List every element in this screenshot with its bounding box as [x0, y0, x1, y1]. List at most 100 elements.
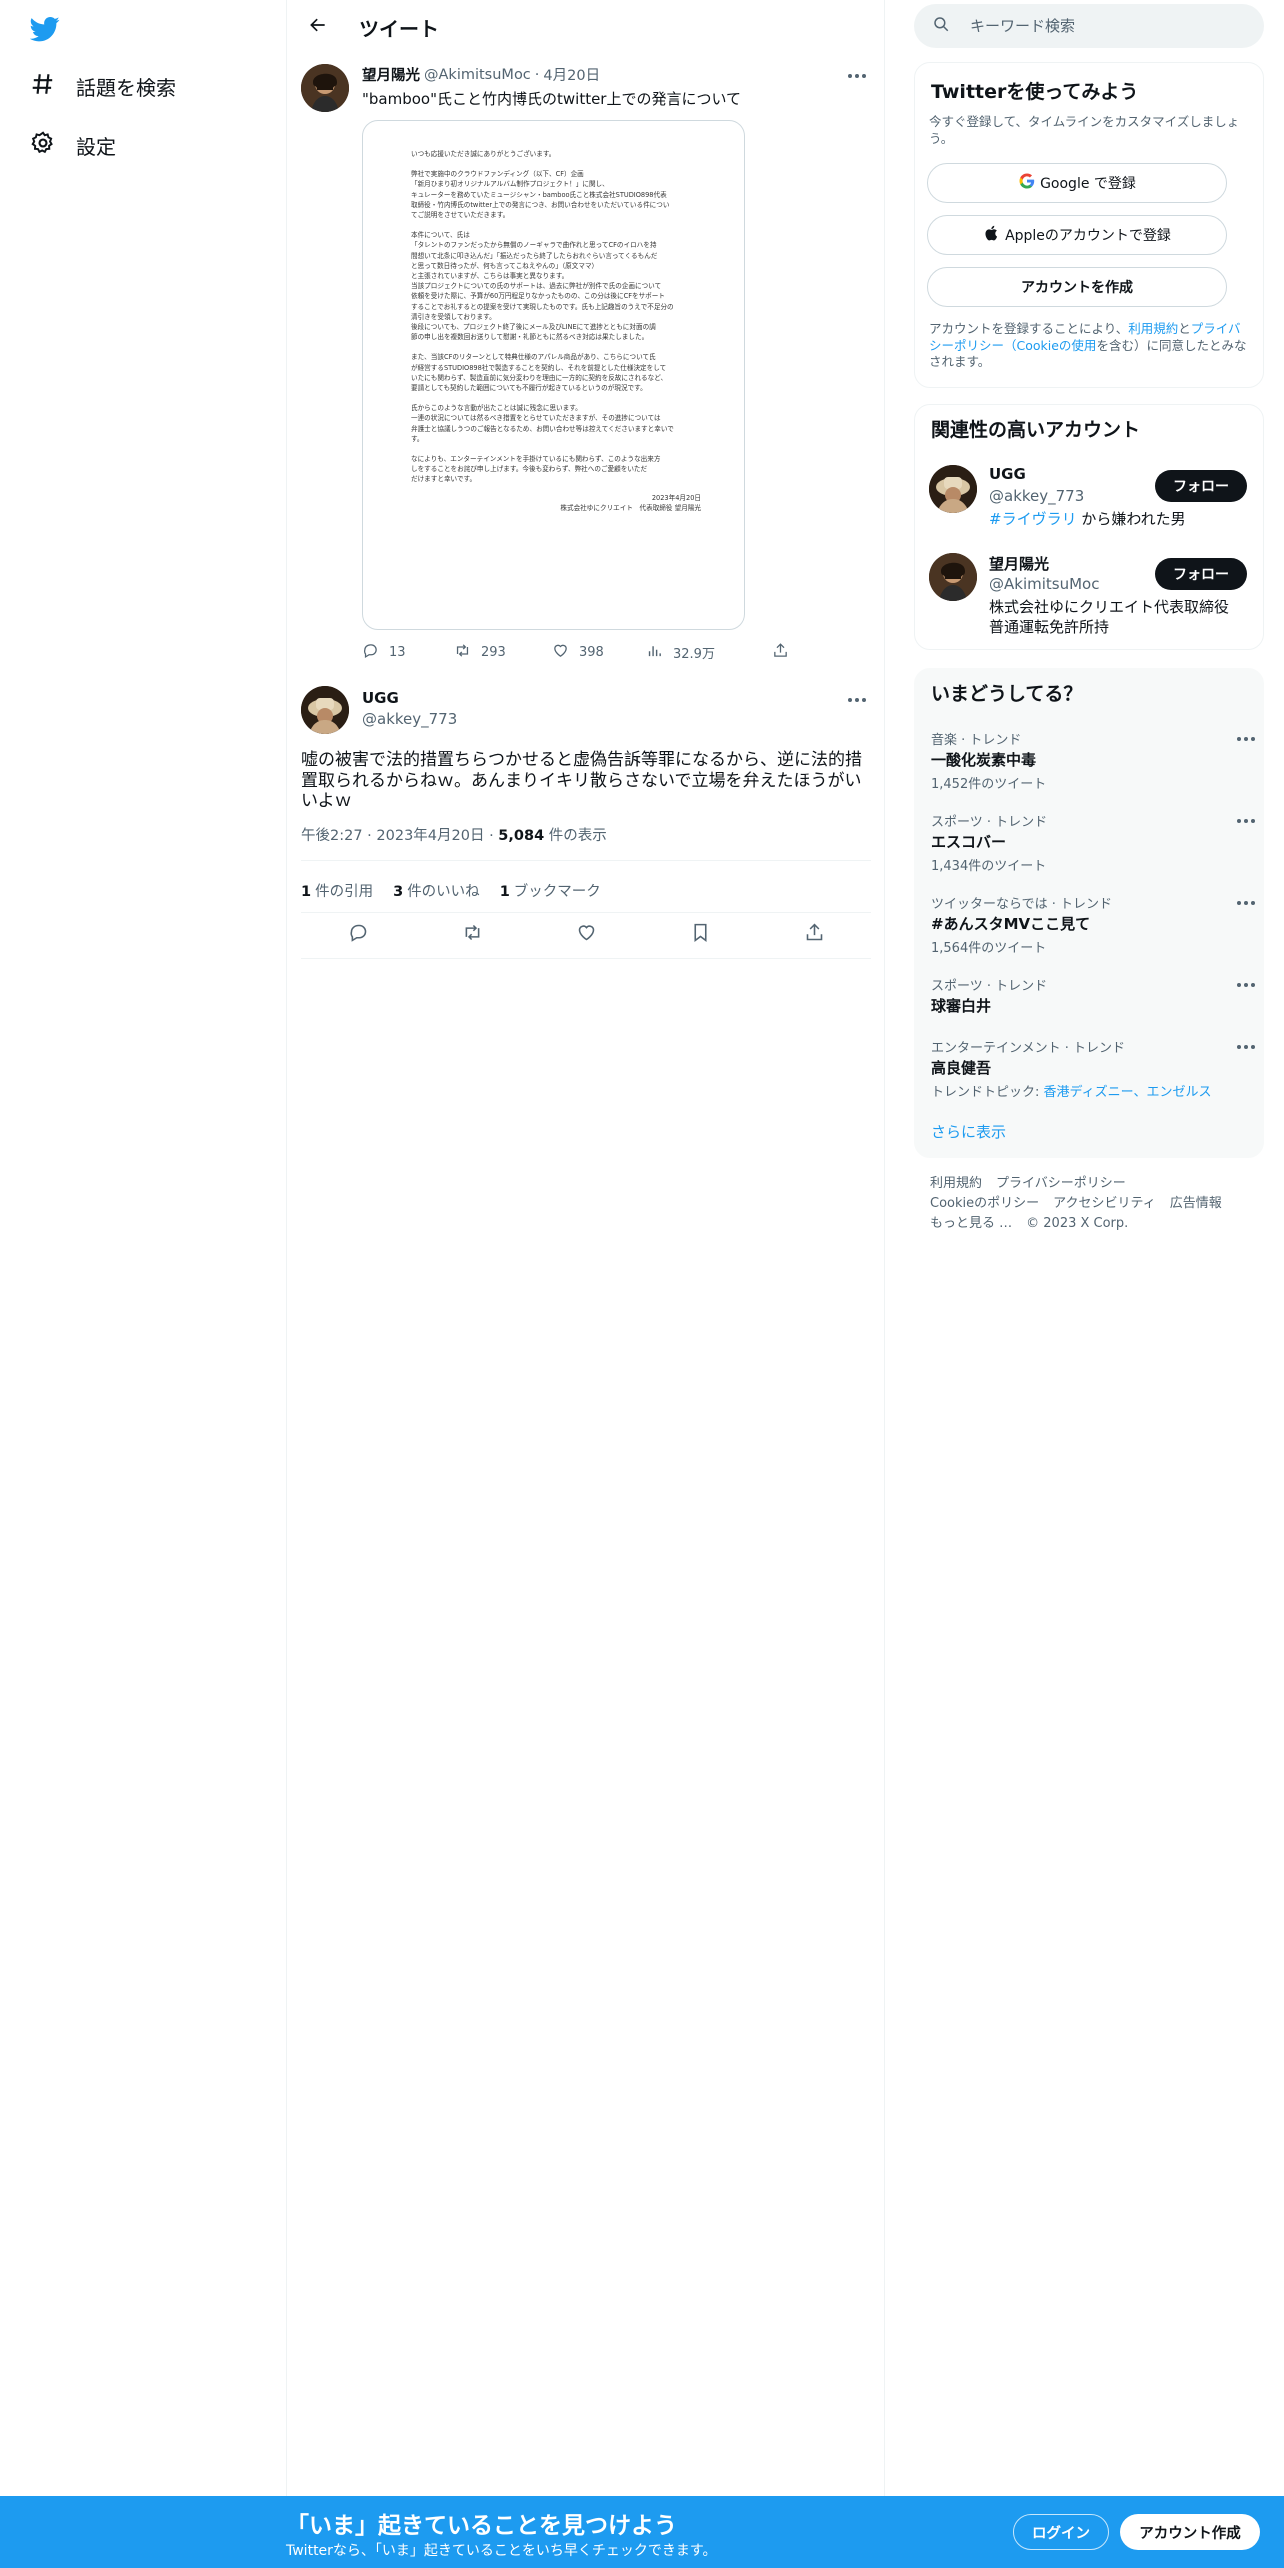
like-button[interactable]: 398 [552, 642, 646, 663]
more-options-button[interactable] [842, 66, 872, 86]
more-dot-icon [1251, 983, 1255, 987]
retweet-icon [454, 642, 471, 663]
reply-button[interactable] [341, 917, 375, 951]
document-gap [411, 444, 701, 454]
trend-item[interactable]: スポーツ · トレンド 球審白井 [931, 975, 1255, 1016]
create-account-label: アカウントを作成 [1021, 280, 1133, 296]
avatar[interactable] [301, 686, 349, 734]
bookmark-stat[interactable]: 1 ブックマーク [500, 880, 601, 901]
search-bar[interactable] [914, 4, 1264, 48]
avatar[interactable] [929, 465, 977, 513]
footer-privacy-link[interactable]: プライバシーポリシー [996, 1176, 1126, 1191]
author-handle[interactable]: @AkimitsuMoc [424, 67, 531, 83]
share-button[interactable] [772, 642, 789, 663]
trend-count: 1,452件のツイート [931, 777, 1047, 792]
trend-count: 1,564件のツイート [931, 941, 1047, 956]
document-line: 間想いて北条に叩き込んだ」「振込だったら終了したらおれぐらい言ってくるもんだ [411, 251, 658, 260]
footer-accessibility-link[interactable]: アクセシビリティ [1053, 1196, 1156, 1211]
account-name: UGG [989, 465, 1026, 483]
search-input[interactable] [970, 17, 1240, 35]
login-button[interactable]: ログイン [1013, 2514, 1109, 2550]
trend-item[interactable]: スポーツ · トレンド エスコバー 1,434件のツイート [931, 811, 1255, 874]
trend-topic-links[interactable]: 香港ディズニー、エンゼルス [1044, 1085, 1212, 1100]
document-line: と思って数日待ったが、何も言ってこねえやんの」（原文ママ） [411, 261, 599, 270]
more-dot-icon [1244, 819, 1248, 823]
more-options-button[interactable] [1231, 1037, 1261, 1057]
show-more-link[interactable]: さらに表示 [931, 1121, 1006, 1142]
legal-prefix: アカウントを登録することにより、 [929, 321, 1129, 336]
divider [301, 958, 871, 959]
trend-item[interactable]: 音楽 · トレンド 一酸化炭素中毒 1,452件のツイート [931, 729, 1255, 792]
tweet-time[interactable]: 午後2:27 [301, 828, 363, 844]
trend-topics-prefix: トレンドトピック: [931, 1085, 1044, 1100]
views-button[interactable]: 32.9万 [646, 642, 772, 663]
footer-more-link[interactable]: もっと見る … [930, 1216, 1012, 1231]
footer-ads-link[interactable]: 広告情報 [1170, 1196, 1222, 1211]
more-dot-icon [1251, 737, 1255, 741]
bookmark-button[interactable] [683, 917, 717, 951]
share-button[interactable] [797, 917, 831, 951]
terms-link[interactable]: 利用規約 [1128, 321, 1178, 336]
more-dot-icon [1244, 737, 1248, 741]
nav-explore[interactable]: 話題を検索 [30, 66, 176, 106]
reply-button[interactable]: 13 [362, 642, 454, 663]
more-dot-icon [848, 74, 852, 78]
like-stat[interactable]: 3 件のいいね [393, 880, 480, 901]
retweet-button[interactable] [455, 917, 489, 951]
share-icon [772, 642, 789, 663]
page-title: ツイート [359, 16, 439, 41]
quote-stat[interactable]: 1 件の引用 [301, 880, 373, 901]
document-gap [411, 342, 701, 352]
create-account-button[interactable]: アカウントを作成 [927, 267, 1227, 307]
author-name[interactable]: UGG [362, 689, 399, 707]
twitter-bird-icon[interactable] [29, 14, 60, 44]
avatar[interactable] [301, 64, 349, 112]
retweet-button[interactable]: 293 [454, 642, 552, 663]
trend-item[interactable]: ツイッターならでは · トレンド #あんスタMVここ見て 1,564件のツイート [931, 893, 1255, 956]
more-options-button[interactable] [1231, 811, 1261, 831]
more-options-button[interactable] [842, 690, 872, 710]
google-signup-button[interactable]: Google で登録 [927, 163, 1227, 203]
tweet-date[interactable]: 2023年4月20日 [376, 828, 484, 844]
author-handle[interactable]: @akkey_773 [362, 710, 457, 728]
document-line: だけますと幸いです。 [411, 475, 477, 484]
more-dot-icon [1244, 1045, 1248, 1049]
search-icon [932, 15, 950, 37]
signup-button[interactable]: アカウント作成 [1120, 2514, 1260, 2550]
more-options-button[interactable] [1231, 975, 1261, 995]
avatar[interactable] [929, 553, 977, 601]
document-gap [411, 220, 701, 230]
more-dot-icon [1237, 983, 1241, 987]
attached-document-image[interactable]: いつも応援いただき誠にありがとうございます。 弊社で実施中のクラウドファンディング… [362, 120, 745, 630]
nav-settings[interactable]: 設定 [30, 125, 116, 165]
document-line: 依頼を受けた際に、予算が60万円程足りなかったものの、この分は後にCFをサポート [411, 292, 665, 301]
follow-button[interactable]: フォロー [1155, 470, 1247, 502]
related-account[interactable]: UGG @akkey_773 #ライヴラリ から嫌われた男 フォロー [929, 465, 1249, 535]
footer-terms-link[interactable]: 利用規約 [930, 1176, 982, 1191]
author-name[interactable]: 望月陽光 [362, 64, 420, 85]
footer-cookie-link[interactable]: Cookieのポリシー [930, 1196, 1039, 1211]
account-bio: #ライヴラリ から嫌われた男 [989, 509, 1239, 529]
tweet-actions: 13 293 398 32.9万 [362, 640, 792, 664]
follow-button[interactable]: フォロー [1155, 558, 1247, 590]
document-line: 後段についても、プロジェクト終了後にメール及びLINEにて進捗とともに対面の調 [411, 323, 656, 332]
like-button[interactable] [569, 917, 603, 951]
more-dot-icon [1244, 983, 1248, 987]
document-line: 清引きを受領しております。 [411, 312, 496, 321]
more-options-button[interactable] [1231, 893, 1261, 913]
apple-signup-button[interactable]: Appleのアカウントで登録 [927, 215, 1227, 255]
trend-item[interactable]: エンターテインメント · トレンド 高良健吾 トレンドトピック: 香港ディズニー… [931, 1037, 1255, 1100]
reply-icon [348, 922, 369, 947]
trend-count: 1,434件のツイート [931, 859, 1047, 874]
more-options-button[interactable] [1231, 729, 1261, 749]
related-account[interactable]: 望月陽光 @AkimitsuMoc 株式会社ゆにクリエイト代表取締役 普通運転免… [929, 553, 1249, 643]
tweet-date[interactable]: 4月20日 [543, 64, 600, 85]
more-dot-icon [1251, 819, 1255, 823]
bio-hashtag[interactable]: #ライヴラリ [989, 510, 1077, 528]
google-icon [1018, 172, 1040, 194]
like-label: 件のいいね [407, 884, 480, 900]
parent-tweet[interactable]: 望月陽光 @AkimitsuMoc · 4月20日 "bamboo"氏こと竹内博… [287, 58, 886, 678]
back-button[interactable] [301, 10, 335, 44]
views-label: 件の表示 [548, 828, 607, 844]
trend-context: エンターテインメント · トレンド [931, 1041, 1126, 1056]
